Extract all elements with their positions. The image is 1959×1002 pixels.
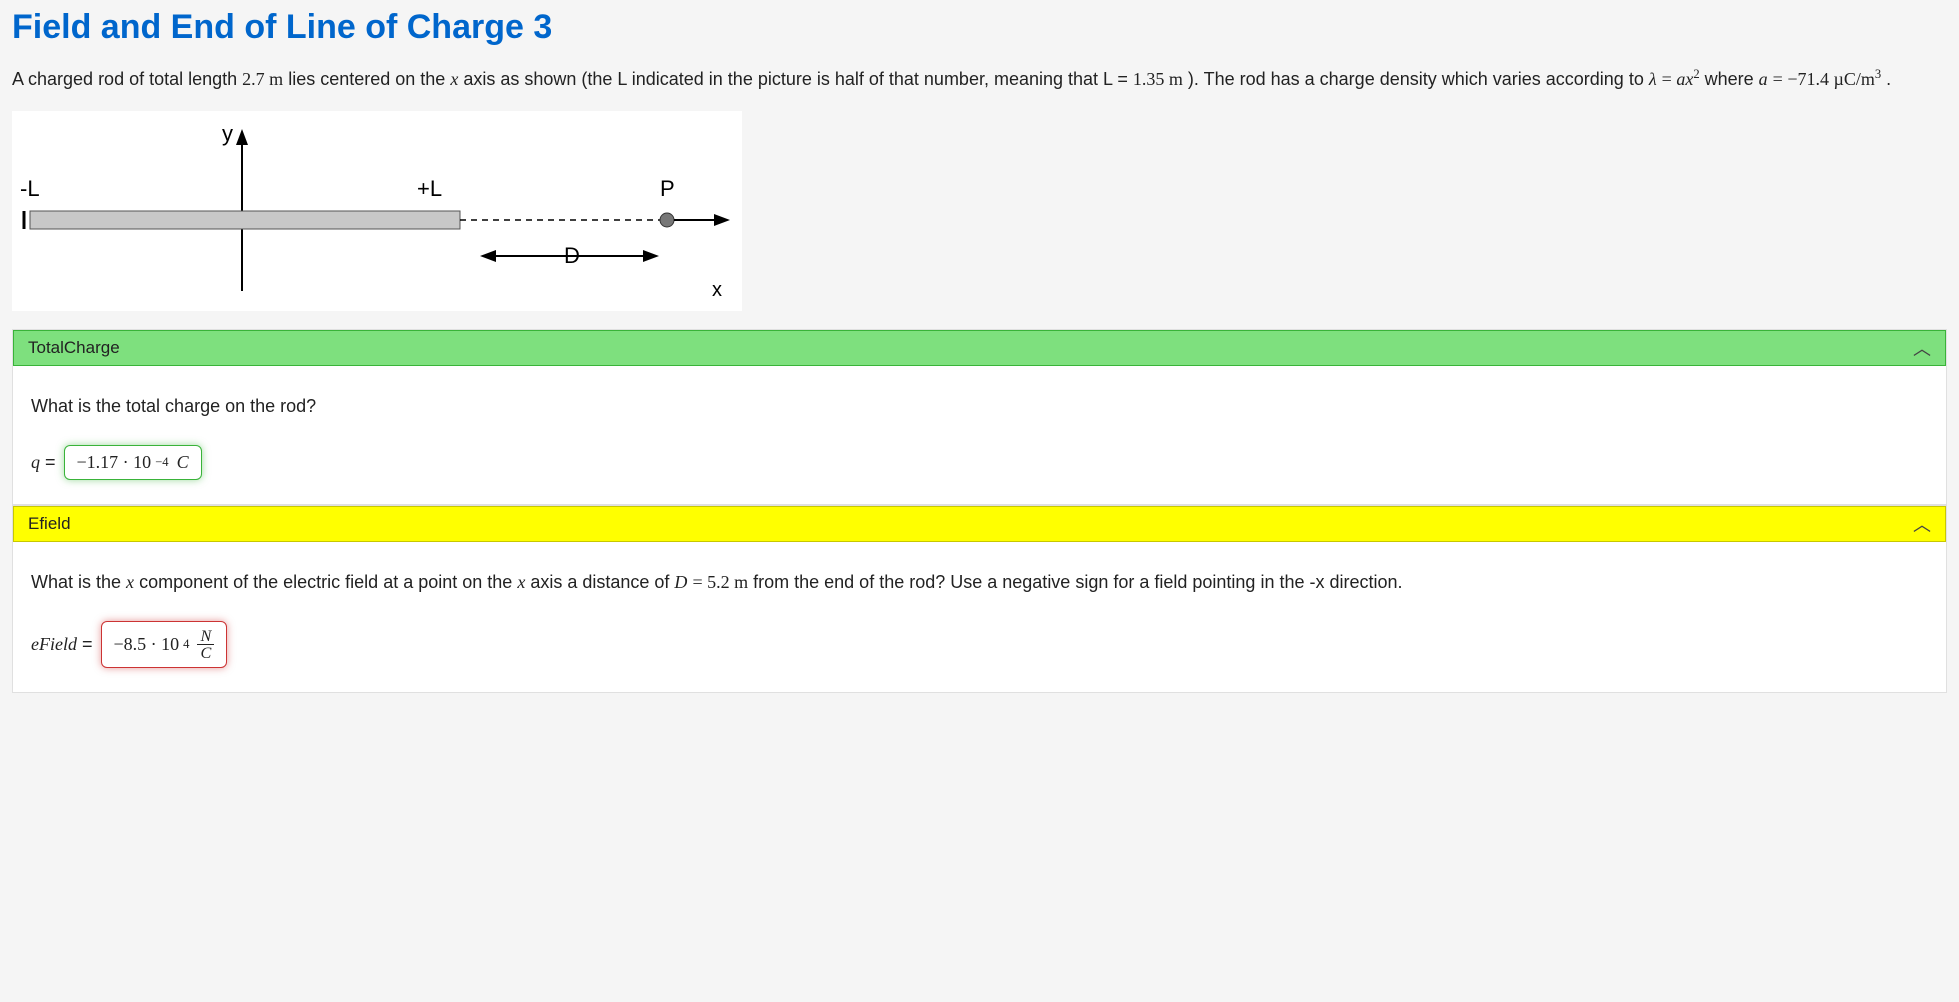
- question-total-charge: What is the total charge on the rod?: [31, 396, 1928, 417]
- unit-denominator: C: [197, 645, 214, 661]
- half-length-value: 1.35 m: [1133, 69, 1183, 89]
- answer-exponent: 4: [183, 637, 189, 652]
- lambda-exponent: 2: [1693, 67, 1699, 81]
- answer-value: −8.5 · 10: [114, 634, 180, 655]
- lambda-variable: λ: [1649, 69, 1657, 89]
- answer-input-total-charge[interactable]: −1.17 · 10−4 C: [64, 445, 202, 480]
- y-axis-label: y: [222, 121, 233, 146]
- x-axis-label: x: [712, 279, 722, 301]
- answer-exponent: −4: [155, 455, 168, 470]
- question-efield: What is the x component of the electric …: [31, 572, 1928, 593]
- text: What is the: [31, 572, 126, 592]
- chevron-up-icon: ︿: [1913, 511, 1931, 537]
- answer-unit-fraction: N C: [197, 628, 214, 661]
- answer-value: −1.17 · 10: [77, 452, 152, 473]
- axis-variable: x: [450, 69, 458, 89]
- total-length-value: 2.7 m: [242, 69, 283, 89]
- answer-input-efield[interactable]: −8.5 · 104 N C: [101, 621, 228, 668]
- lambda-rhs: ax: [1676, 69, 1693, 89]
- text: where: [1705, 69, 1759, 89]
- chevron-up-icon: ︿: [1913, 335, 1931, 361]
- problem-statement: A charged rod of total length 2.7 m lies…: [12, 65, 1947, 93]
- efield-variable: eField: [31, 634, 77, 654]
- section-total-charge: TotalCharge ︿ What is the total charge o…: [12, 329, 1947, 505]
- neg-l-label: -L: [20, 176, 40, 201]
- section-body-total-charge: What is the total charge on the rod? q =…: [13, 366, 1946, 504]
- diagram: y D -L +L P x: [12, 111, 742, 311]
- text: axis as shown (the L indicated in the pi…: [463, 69, 1133, 89]
- answer-row-efield: eField = −8.5 · 104 N C: [31, 621, 1928, 668]
- a-variable: a: [1759, 69, 1768, 89]
- equals: =: [1662, 69, 1677, 89]
- x-variable: x: [126, 572, 134, 592]
- a-exponent: 3: [1875, 67, 1881, 81]
- equals: =: [1773, 69, 1788, 89]
- section-header-efield[interactable]: Efield ︿: [13, 506, 1946, 542]
- section-title: Efield: [28, 514, 71, 534]
- section-header-total-charge[interactable]: TotalCharge ︿: [13, 330, 1946, 366]
- d-variable: D: [674, 572, 687, 592]
- text: lies centered on the: [288, 69, 450, 89]
- q-variable: q: [31, 452, 40, 472]
- pos-l-label: +L: [417, 176, 442, 201]
- page-title: Field and End of Line of Charge 3: [12, 8, 1947, 47]
- p-label: P: [660, 176, 675, 201]
- equals: =: [45, 452, 56, 472]
- text: .: [1886, 69, 1891, 89]
- d-value: 5.2 m: [707, 572, 748, 592]
- a-value: −71.4 µC/m: [1787, 69, 1875, 89]
- answer-row-total-charge: q = −1.17 · 10−4 C: [31, 445, 1928, 480]
- text: ). The rod has a charge density which va…: [1188, 69, 1649, 89]
- section-efield: Efield ︿ What is the x component of the …: [12, 505, 1947, 693]
- unit-numerator: N: [197, 628, 214, 645]
- text: from the end of the rod? Use a negative …: [753, 572, 1402, 592]
- equals: =: [82, 634, 93, 654]
- section-title: TotalCharge: [28, 338, 120, 358]
- equals: =: [692, 572, 707, 592]
- x-variable: x: [517, 572, 525, 592]
- text: A charged rod of total length: [12, 69, 242, 89]
- text: axis a distance of: [530, 572, 674, 592]
- d-label: D: [564, 243, 580, 268]
- answer-unit: C: [177, 452, 189, 473]
- text: component of the electric field at a poi…: [139, 572, 517, 592]
- section-body-efield: What is the x component of the electric …: [13, 542, 1946, 692]
